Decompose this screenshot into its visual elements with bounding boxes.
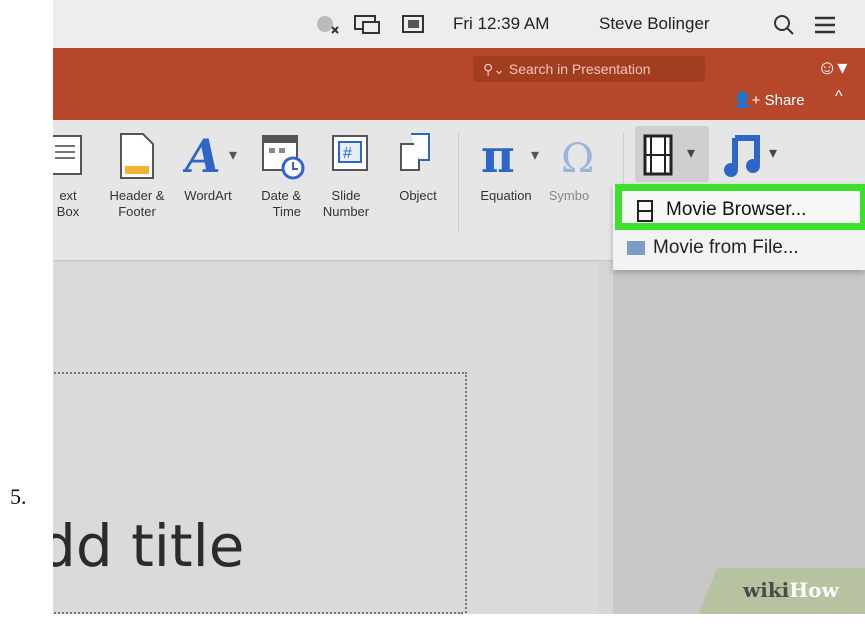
subtitle-placeholder[interactable] <box>53 612 463 614</box>
svg-text:▾: ▾ <box>687 145 695 162</box>
slide-number-icon: # <box>332 135 368 171</box>
search-input[interactable]: ⚲⌄ Search in Presentation <box>473 56 705 82</box>
collapse-ribbon-icon[interactable]: ^ <box>835 88 843 106</box>
side-pane <box>613 262 865 614</box>
svg-text:π: π <box>481 130 515 182</box>
step-number: 5. <box>10 484 27 509</box>
notification-center-icon[interactable] <box>813 14 837 41</box>
equation-button[interactable]: π ▾ <box>481 129 545 187</box>
svg-text:Ω: Ω <box>561 136 594 182</box>
slide-canvas[interactable]: dd title <box>53 262 598 614</box>
notification-muted-icon[interactable] <box>315 14 341 41</box>
share-button[interactable]: 👤+ Share <box>733 90 805 112</box>
header-footer-icon <box>120 133 154 179</box>
audio-icon: ▾ <box>724 135 777 177</box>
audio-button[interactable]: ▾ <box>721 130 785 187</box>
svg-text:#: # <box>343 145 352 162</box>
search-icon: ⚲⌄ <box>483 61 509 77</box>
text-box-button[interactable] <box>53 130 87 185</box>
svg-text:▾: ▾ <box>229 147 237 164</box>
feedback-smiley-icon[interactable]: ☺▾ <box>817 56 847 80</box>
slide-number-label: Slide Number <box>322 188 370 219</box>
symbol-label: Symbo <box>548 188 590 203</box>
date-time-icon <box>262 135 305 180</box>
powerpoint-window: Fri 12:39 AM Steve Bolinger ⚲⌄ Search in… <box>53 0 865 614</box>
wikihow-watermark: wikiHow <box>743 578 839 602</box>
wordart-label: WordArt <box>184 188 232 203</box>
film-strip-icon <box>637 200 653 222</box>
menubar-user[interactable]: Steve Bolinger <box>599 0 710 48</box>
date-time-label: Date & Time <box>261 188 301 219</box>
text-box-label: ext Box <box>56 188 80 219</box>
share-label: Share <box>764 92 805 109</box>
spotlight-search-icon[interactable] <box>773 14 795 41</box>
symbol-icon: Ω <box>561 136 594 182</box>
object-button[interactable] <box>393 130 437 187</box>
add-person-icon: 👤+ <box>733 92 761 109</box>
app-title-bar: ⚲⌄ Search in Presentation ☺▾ 👤+ Share ^ <box>53 48 865 120</box>
title-placeholder-text: dd title <box>53 512 245 580</box>
equation-icon: π ▾ <box>481 129 539 183</box>
video-button[interactable]: ▾ <box>635 126 709 182</box>
movie-browser-label: Movie Browser... <box>666 199 807 220</box>
wordart-icon: A ▾ <box>181 129 237 183</box>
header-footer-label: Header & Footer <box>109 188 165 219</box>
mac-menu-bar: Fri 12:39 AM Steve Bolinger <box>53 0 865 49</box>
airplay-display-icon[interactable] <box>353 14 381 41</box>
movie-from-file-label: Movie from File... <box>653 237 799 258</box>
wordart-button[interactable]: A ▾ <box>181 129 243 187</box>
equation-label: Equation <box>480 188 532 203</box>
date-time-button[interactable] <box>259 130 309 187</box>
svg-text:A: A <box>183 130 221 182</box>
ribbon-separator <box>458 132 459 232</box>
file-icon <box>627 240 645 255</box>
slide-editor: dd title <box>53 262 613 614</box>
svg-text:▾: ▾ <box>769 145 777 162</box>
slide-number-button[interactable]: # <box>329 130 373 187</box>
header-footer-button[interactable] <box>117 130 157 187</box>
movie-icon: ▾ <box>643 134 695 176</box>
text-box-icon <box>53 135 82 175</box>
svg-text:▾: ▾ <box>531 147 539 164</box>
screen-icon[interactable] <box>401 14 425 41</box>
symbol-button[interactable]: Ω <box>559 130 603 187</box>
object-icon <box>400 133 430 171</box>
menubar-datetime[interactable]: Fri 12:39 AM <box>453 0 549 48</box>
movie-browser-item[interactable]: Movie Browser... <box>615 184 865 230</box>
search-placeholder: Search in Presentation <box>508 61 651 77</box>
object-label: Object <box>399 188 437 203</box>
movie-from-file-item[interactable]: Movie from File... <box>627 237 799 259</box>
